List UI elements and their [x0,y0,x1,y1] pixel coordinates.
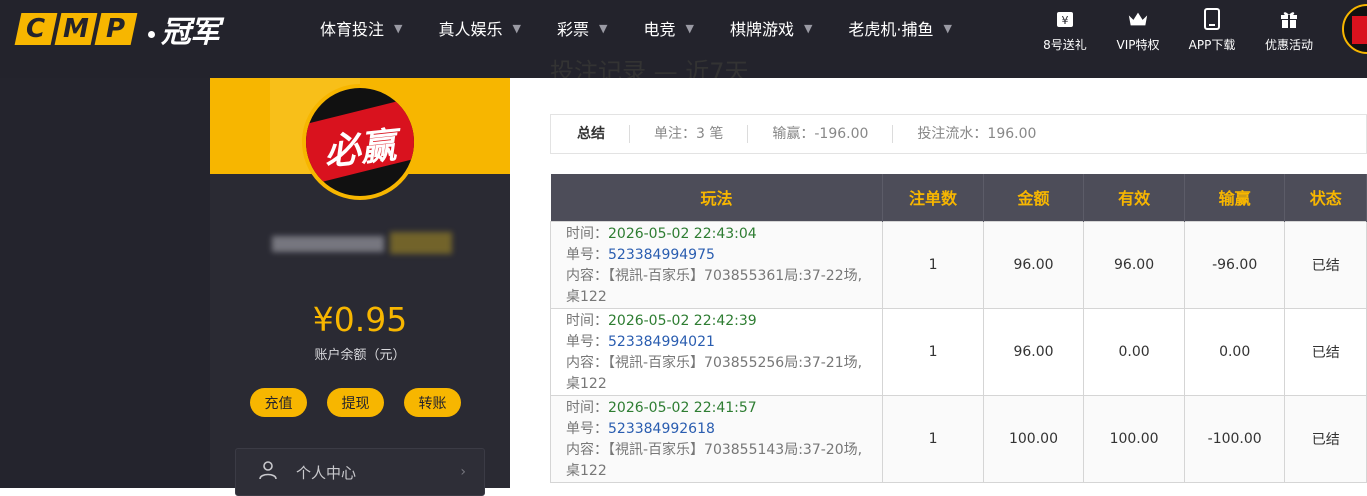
bet-valid: 100.00 [1083,394,1185,483]
chevron-down-icon: ▼ [394,21,403,35]
chevron-down-icon: ▼ [943,21,952,35]
quick-link-app[interactable]: APP下载 [1172,8,1252,53]
nav-sports[interactable]: 体育投注 ▼ [320,16,402,40]
summary-winloss: 输赢：-196.00 [747,125,892,143]
chevron-down-icon: ▼ [512,21,521,35]
nav-slots-fishing[interactable]: 老虎机·捕鱼 ▼ [848,16,952,40]
col-header-amount: 金额 [983,174,1085,221]
balance-label: 账户余额（元） [314,348,406,363]
summary-bar: 总结 单注：3 笔 输赢：-196.00 投注流水：196.00 [550,114,1367,154]
site-logo[interactable]: C M P 冠军 [14,12,220,50]
nav-live-casino[interactable]: 真人娱乐 ▼ [438,16,520,40]
quick-link-promotions[interactable]: 优惠活动 [1249,8,1329,53]
bet-amount: 96.00 [982,307,1085,396]
bet-winloss: -100.00 [1183,394,1286,483]
col-header-game: 玩法 [550,174,884,221]
chevron-down-icon: ▼ [685,21,694,35]
deposit-button[interactable]: 充值 [250,388,307,417]
table-row: 时间：2026-05-02 22:41:57 单号：523384992618 内… [549,394,1367,483]
svg-text:¥: ¥ [1062,14,1069,27]
bet-winloss: 0.00 [1183,307,1286,396]
col-header-valid: 有效 [1083,174,1185,221]
col-header-winloss: 输赢 [1184,174,1286,221]
bet-amount: 96.00 [982,220,1085,309]
table-row: 时间：2026-05-02 22:42:39 单号：523384994021 内… [549,307,1367,396]
account-balance: ¥0.95 [312,300,408,339]
crown-icon [1127,8,1149,30]
nav-lottery[interactable]: 彩票 ▼ [557,16,607,40]
bet-count: 1 [882,394,984,483]
summary-title: 总结 [577,126,605,142]
blurred-username [272,236,384,252]
nav-card-games[interactable]: 棋牌游戏 ▼ [730,16,812,40]
bet-status: 已结 [1284,394,1367,483]
nav-esports[interactable]: 电竞 ▼ [643,16,693,40]
quick-link-gift[interactable]: ¥ 8号送礼 [1025,8,1105,53]
page-title: 投注记录 — 近7天 [550,58,749,78]
col-header-status: 状态 [1284,174,1367,221]
bet-count: 1 [882,307,984,396]
chevron-down-icon: ▼ [803,21,813,35]
bet-winloss: -96.00 [1183,220,1286,309]
bet-info: 时间：2026-05-02 22:42:39 单号：523384994021 内… [549,307,884,396]
bet-records-table: 玩法 注单数 金额 有效 输赢 状态 时间：2026-05-02 22:43:0… [549,174,1367,483]
bet-status: 已结 [1284,307,1367,396]
user-icon [258,460,278,484]
bet-status: 已结 [1284,220,1367,309]
chevron-down-icon: ▼ [598,21,608,35]
bet-amount: 100.00 [982,394,1085,483]
blurred-vip-badge [390,232,452,254]
main-nav: 体育投注 ▼ 真人娱乐 ▼ 彩票 ▼ 电竞 ▼ 棋牌游戏 ▼ 老虎机·捕鱼 ▼ [320,0,988,56]
chevron-right-icon: › [460,464,466,480]
bet-info: 时间：2026-05-02 22:43:04 单号：523384994975 内… [549,220,884,309]
withdraw-button[interactable]: 提现 [327,388,384,417]
profile-avatar: 必赢 [302,84,418,200]
summary-turnover: 投注流水：196.00 [892,125,1060,143]
phone-icon [1201,8,1223,30]
table-row: 时间：2026-05-02 22:43:04 单号：523384994975 内… [549,220,1367,309]
bet-valid: 96.00 [1083,220,1185,309]
gift-yen-icon: ¥ [1054,8,1076,30]
user-avatar[interactable] [1342,4,1367,54]
transfer-button[interactable]: 转账 [404,388,461,417]
bet-info: 时间：2026-05-02 22:41:57 单号：523384992618 内… [549,394,884,483]
col-header-count: 注单数 [882,174,984,221]
profile-panel: 必赢 ¥0.95 账户余额（元） 充值 提现 转账 个人中心 › [210,78,510,496]
menu-item-personal-center[interactable]: 个人中心 › [235,448,485,496]
quick-link-vip[interactable]: VIP特权 [1098,8,1178,53]
bet-count: 1 [882,220,984,309]
summary-count: 单注：3 笔 [629,125,747,143]
bet-valid: 0.00 [1083,307,1185,396]
present-icon [1278,8,1300,30]
